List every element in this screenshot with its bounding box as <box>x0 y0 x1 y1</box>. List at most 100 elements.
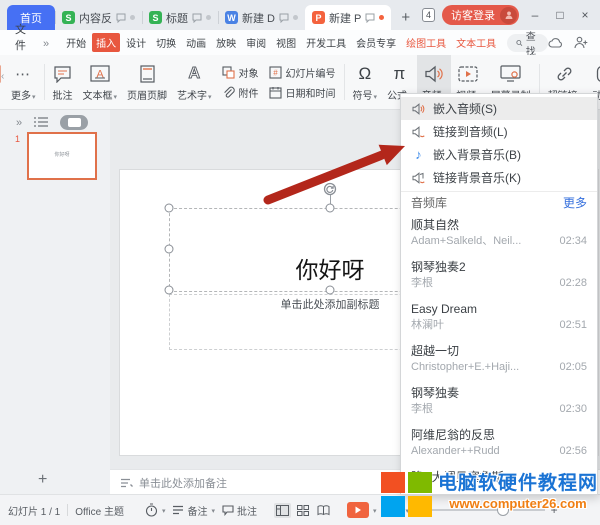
menu-review[interactable]: 审阅 <box>242 33 270 52</box>
more-insert-button[interactable]: ⋯ 更多 <box>6 55 41 109</box>
notes-toggle-button[interactable]: 备注 <box>172 503 215 518</box>
slide-thumbnail[interactable]: 你好呀 <box>27 132 97 180</box>
calendar-icon <box>269 86 282 99</box>
track-title: 钢琴独奏 <box>411 385 587 402</box>
symbol-button[interactable]: Ω 符号 <box>348 55 383 109</box>
menu-animation[interactable]: 动画 <box>182 33 210 52</box>
resize-handle-bottom-left[interactable] <box>165 286 174 295</box>
audio-track-item[interactable]: Easy Dream 林澜叶 02:51 <box>401 297 597 339</box>
titlebar: 首页 S 内容反 S 标题 W 新建 D P 新建 P + 4 访客登录 – □… <box>0 0 600 30</box>
menu-transition[interactable]: 切换 <box>152 33 180 52</box>
message-count-badge[interactable]: 4 <box>422 8 435 22</box>
menu-link-background-music[interactable]: 链接背景音乐(K) <box>401 166 597 189</box>
play-slideshow-button[interactable] <box>347 502 377 518</box>
normal-view-button[interactable] <box>274 503 291 518</box>
menu-drawing-tools[interactable]: 绘图工具 <box>402 33 450 52</box>
expand-panel-icon[interactable]: » <box>16 117 22 129</box>
menu-view[interactable]: 视图 <box>272 33 300 52</box>
chat-bubble-icon <box>116 13 126 23</box>
resize-handle-top-mid[interactable] <box>326 204 335 213</box>
more-label: 更多 <box>11 87 36 102</box>
track-title: 顺其自然 <box>411 217 587 234</box>
comment-button[interactable]: 批注 <box>48 55 78 109</box>
resize-handle-bottom-mid[interactable] <box>326 286 335 295</box>
reading-view-button[interactable] <box>315 503 332 518</box>
invite-user-icon[interactable] <box>574 36 588 49</box>
wordart-button[interactable]: A 艺术字 <box>172 55 217 109</box>
zoom-slider-knob[interactable] <box>497 504 509 516</box>
rehearse-timer-button[interactable] <box>145 503 166 517</box>
maximize-button[interactable]: □ <box>551 8 569 22</box>
cloud-sync-icon[interactable] <box>548 37 563 49</box>
textbox-label: 文本框 <box>83 87 118 102</box>
slide-number: 1 <box>15 134 20 144</box>
fit-window-icon[interactable] <box>386 504 399 516</box>
add-slide-button[interactable]: + <box>38 471 47 489</box>
wordart-icon: A <box>189 66 201 82</box>
resize-handle-top-left[interactable] <box>165 204 174 213</box>
object-label: 对象 <box>239 65 259 80</box>
theme-name[interactable]: Office 主题 <box>75 503 124 518</box>
audio-track-item[interactable]: 顺其自然 Adam+Salkeld、Neil... 02:34 <box>401 213 597 255</box>
slide-sorter-view-button[interactable] <box>295 503 311 518</box>
guest-login-button[interactable]: 访客登录 <box>442 5 519 25</box>
close-button[interactable]: × <box>576 8 594 22</box>
menu-item-label: 嵌入背景音乐(B) <box>433 146 521 163</box>
menu-slideshow[interactable]: 放映 <box>212 33 240 52</box>
track-duration: 02:05 <box>559 360 587 375</box>
header-footer-button[interactable]: 页眉页脚 <box>122 55 172 109</box>
menu-start[interactable]: 开始 <box>62 33 90 52</box>
audio-library-more-link[interactable]: 更多 <box>563 194 587 211</box>
menu-embed-background-music[interactable]: ♪ 嵌入背景音乐(B) <box>401 143 597 166</box>
object-button[interactable]: 对象 <box>222 65 259 80</box>
audio-track-item[interactable]: 超越一切 Christopher+E.+Haji... 02:05 <box>401 339 597 381</box>
unsaved-dot <box>379 15 384 20</box>
track-title: 降D大调贝塞鲁斯 <box>411 469 587 486</box>
slide-number-button[interactable]: # 幻灯片编号 <box>269 65 336 80</box>
track-artist: 林澜叶 <box>411 318 444 333</box>
rotate-handle[interactable] <box>324 183 337 196</box>
scroll-left-icon[interactable]: ‹ <box>1 71 4 82</box>
outline-view-icon[interactable] <box>34 117 48 128</box>
attachment-label: 附件 <box>239 85 259 100</box>
zoom-in-button[interactable] <box>551 503 558 517</box>
comments-toggle-button[interactable]: 批注 <box>222 503 257 518</box>
menu-item-label: 链接到音频(L) <box>433 123 508 140</box>
audio-track-item[interactable]: 钢琴独奏 李根 02:30 <box>401 381 597 423</box>
tab-label: 新建 D <box>242 10 275 26</box>
tab-doc-1[interactable]: S 内容反 <box>55 5 142 30</box>
zoom-slider[interactable] <box>427 509 545 511</box>
track-duration: 02:34 <box>559 234 587 249</box>
menu-developer[interactable]: 开发工具 <box>302 33 350 52</box>
notes-toggle-label: 备注 <box>187 503 207 518</box>
audio-track-item[interactable]: 降D大调贝塞鲁斯 <box>401 465 597 495</box>
textbox-button[interactable]: A 文本框 <box>78 55 123 109</box>
audio-track-item[interactable]: 阿维尼翁的反思 Alexander++Rudd 02:56 <box>401 423 597 465</box>
menu-text-tools[interactable]: 文本工具 <box>452 33 500 52</box>
notes-icon <box>120 478 133 488</box>
menu-item-label: 链接背景音乐(K) <box>433 169 521 186</box>
track-title: Easy Dream <box>411 301 587 318</box>
menubar: 文件 开始 插入 设计 切换 动画 放映 审阅 视图 开发工具 会员专享 绘图工… <box>0 30 600 56</box>
menu-link-audio[interactable]: 链接到音频(L) <box>401 120 597 143</box>
tab-doc-2[interactable]: S 标题 <box>142 5 218 30</box>
tab-doc-3[interactable]: W 新建 D <box>218 5 305 30</box>
new-tab-button[interactable]: + <box>391 9 420 26</box>
link-icon <box>555 65 574 83</box>
timer-icon <box>145 503 158 517</box>
zoom-out-button[interactable] <box>415 505 421 516</box>
attachment-button[interactable]: 附件 <box>222 85 259 100</box>
audio-track-item[interactable]: 钢琴独奏2 李根 02:28 <box>401 255 597 297</box>
search-box[interactable]: 查找 <box>507 34 548 52</box>
menu-insert-active[interactable]: 插入 <box>92 33 120 52</box>
minimize-button[interactable]: – <box>526 8 544 22</box>
datetime-button[interactable]: 日期和时间 <box>269 85 336 100</box>
slide-view-toggle[interactable] <box>60 115 88 130</box>
more-toolbar-icon[interactable] <box>43 36 49 50</box>
track-duration: 02:56 <box>559 444 587 459</box>
zoom-preset-dropdown[interactable] <box>405 505 410 516</box>
menu-member[interactable]: 会员专享 <box>352 33 400 52</box>
menu-embed-audio[interactable]: 嵌入音频(S) <box>401 97 597 120</box>
menu-design[interactable]: 设计 <box>122 33 150 52</box>
tab-doc-4-active[interactable]: P 新建 P <box>305 5 391 30</box>
